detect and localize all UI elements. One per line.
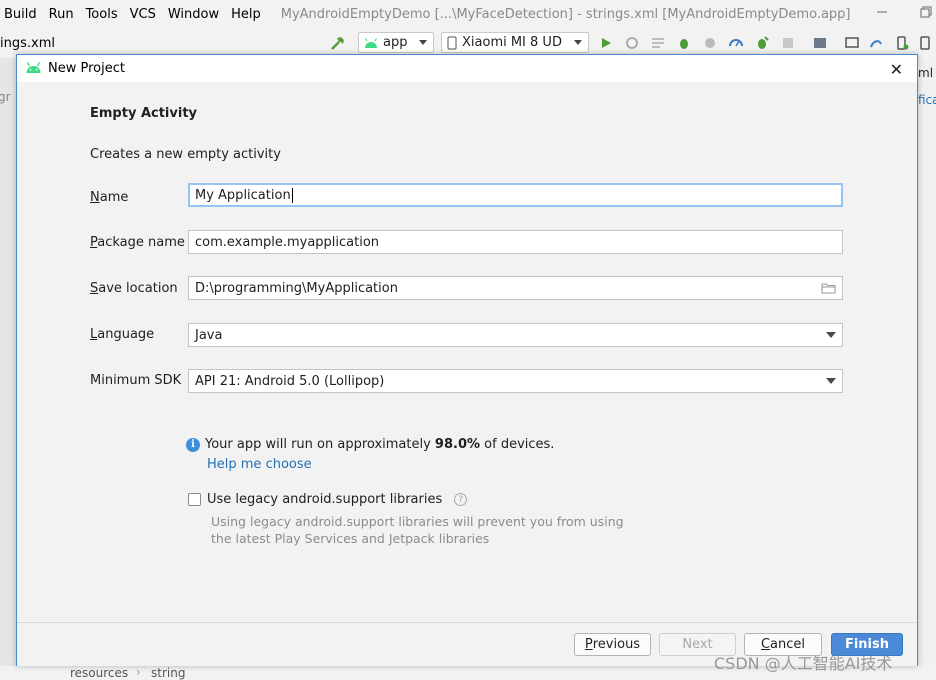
editor-file-tab[interactable]: ings.xml (0, 36, 55, 51)
menu-build[interactable]: Build (0, 7, 43, 22)
min-sdk-value: API 21: Android 5.0 (Lollipop) (195, 373, 385, 389)
save-location-field[interactable]: D:\programming\MyApplication (188, 276, 843, 300)
window-title: MyAndroidEmptyDemo [...\MyFaceDetection]… (280, 7, 851, 22)
page-subtitle: Creates a new empty activity (90, 147, 281, 162)
apply-code-icon[interactable] (650, 35, 666, 51)
breadcrumb-item[interactable]: string (151, 666, 185, 680)
stop-icon[interactable] (780, 35, 796, 51)
coverage-percent: 98.0% (434, 437, 481, 452)
min-sdk-label: Minimum SDK (90, 373, 182, 388)
coverage-suffix: of devices. (480, 437, 555, 452)
dialog-title: New Project (48, 61, 125, 76)
save-location-value: D:\programming\MyApplication (195, 280, 398, 296)
text-caret (291, 187, 293, 203)
menu-window[interactable]: Window (162, 7, 225, 22)
menu-vcs[interactable]: VCS (124, 7, 162, 22)
attach-debugger-icon[interactable] (754, 35, 770, 51)
help-me-choose-link[interactable]: Help me choose (207, 457, 312, 472)
run-config-label: app (383, 35, 408, 50)
device-select[interactable]: Xiaomi MI 8 UD (441, 32, 589, 53)
android-studio-icon (26, 62, 41, 73)
watermark: CSDN @人工智能AI技术 (714, 654, 893, 673)
button-label: revious (592, 637, 641, 652)
page-title: Empty Activity (90, 106, 198, 121)
folder-icon[interactable] (821, 282, 836, 294)
chevron-down-icon (826, 332, 836, 338)
package-label: Package name (90, 235, 185, 250)
coverage-icon[interactable] (702, 35, 718, 51)
info-icon: i (186, 437, 200, 452)
dialog-body: Empty Activity Creates a new empty activ… (17, 82, 917, 622)
label-text: ackage name (97, 235, 185, 250)
device-coverage-info: i Your app will run on approximately 98.… (186, 437, 554, 452)
label-text: ame (99, 190, 129, 205)
android-icon (364, 37, 378, 48)
apply-changes-icon[interactable] (624, 35, 640, 51)
breadcrumb-separator-icon: › (136, 665, 141, 679)
device-label: Xiaomi MI 8 UD (462, 35, 562, 50)
left-tool-strip: gr (0, 58, 16, 680)
coverage-text: Your app will run on approximately 98.0%… (205, 437, 554, 452)
menu-tools[interactable]: Tools (80, 7, 124, 22)
legacy-support-option: Use legacy android.support libraries ? (188, 492, 468, 507)
sync-gradle-icon[interactable] (868, 35, 884, 51)
left-edge-text: gr (0, 90, 11, 104)
minimize-icon[interactable] (876, 6, 888, 18)
name-label: Name (90, 190, 128, 205)
mnemonic: P (584, 637, 593, 652)
project-structure-icon[interactable] (812, 35, 828, 51)
dialog-title-bar: New Project ✕ (17, 55, 917, 82)
package-value: com.example.myapplication (195, 234, 380, 250)
save-location-label: Save location (90, 281, 178, 296)
hammer-icon[interactable] (330, 35, 346, 51)
ide-menubar: Build Run Tools VCS Window Help MyAndroi… (0, 0, 936, 29)
new-project-dialog: New Project ✕ Empty Activity Creates a n… (16, 54, 918, 666)
label-text: ave location (98, 281, 178, 296)
coverage-prefix: Your app will run on approximately (205, 437, 435, 452)
language-value: Java (195, 327, 223, 343)
debug-icon[interactable] (676, 35, 692, 51)
device-manager-icon[interactable] (918, 35, 934, 51)
language-select[interactable]: Java (188, 323, 843, 347)
right-edge-text: fica (918, 93, 936, 107)
menu-help[interactable]: Help (225, 7, 267, 22)
previous-button[interactable]: Previous (574, 633, 651, 656)
run-icon[interactable] (598, 35, 614, 51)
language-label: Language (90, 327, 154, 342)
legacy-support-label[interactable]: Use legacy android.support libraries (207, 492, 442, 507)
phone-icon (447, 36, 457, 49)
chevron-down-icon (826, 378, 836, 384)
menu-run[interactable]: Run (43, 7, 80, 22)
package-name-field[interactable]: com.example.myapplication (188, 230, 843, 254)
sdk-manager-icon[interactable] (894, 35, 910, 51)
right-edge-tab[interactable]: ml (918, 66, 933, 80)
name-field[interactable]: My Application (188, 183, 843, 207)
legacy-support-description: Using legacy android.support libraries w… (211, 514, 624, 546)
mnemonic: N (90, 190, 100, 205)
name-value: My Application (195, 187, 291, 203)
close-icon[interactable]: ✕ (890, 60, 903, 79)
help-icon[interactable]: ? (454, 493, 468, 506)
chevron-down-icon (574, 40, 582, 45)
breadcrumb-item[interactable]: resources (70, 666, 128, 680)
main-menu: Build Run Tools VCS Window Help (0, 7, 267, 22)
chevron-down-icon (419, 40, 427, 45)
min-sdk-select[interactable]: API 21: Android 5.0 (Lollipop) (188, 369, 843, 393)
profile-icon[interactable] (728, 35, 744, 51)
label-text: anguage (97, 327, 155, 342)
avd-manager-icon[interactable] (844, 35, 860, 51)
legacy-support-checkbox[interactable] (188, 493, 201, 506)
right-tool-strip: ml fica (918, 58, 936, 680)
run-config-select[interactable]: app (358, 32, 434, 53)
restore-icon[interactable] (920, 6, 932, 18)
